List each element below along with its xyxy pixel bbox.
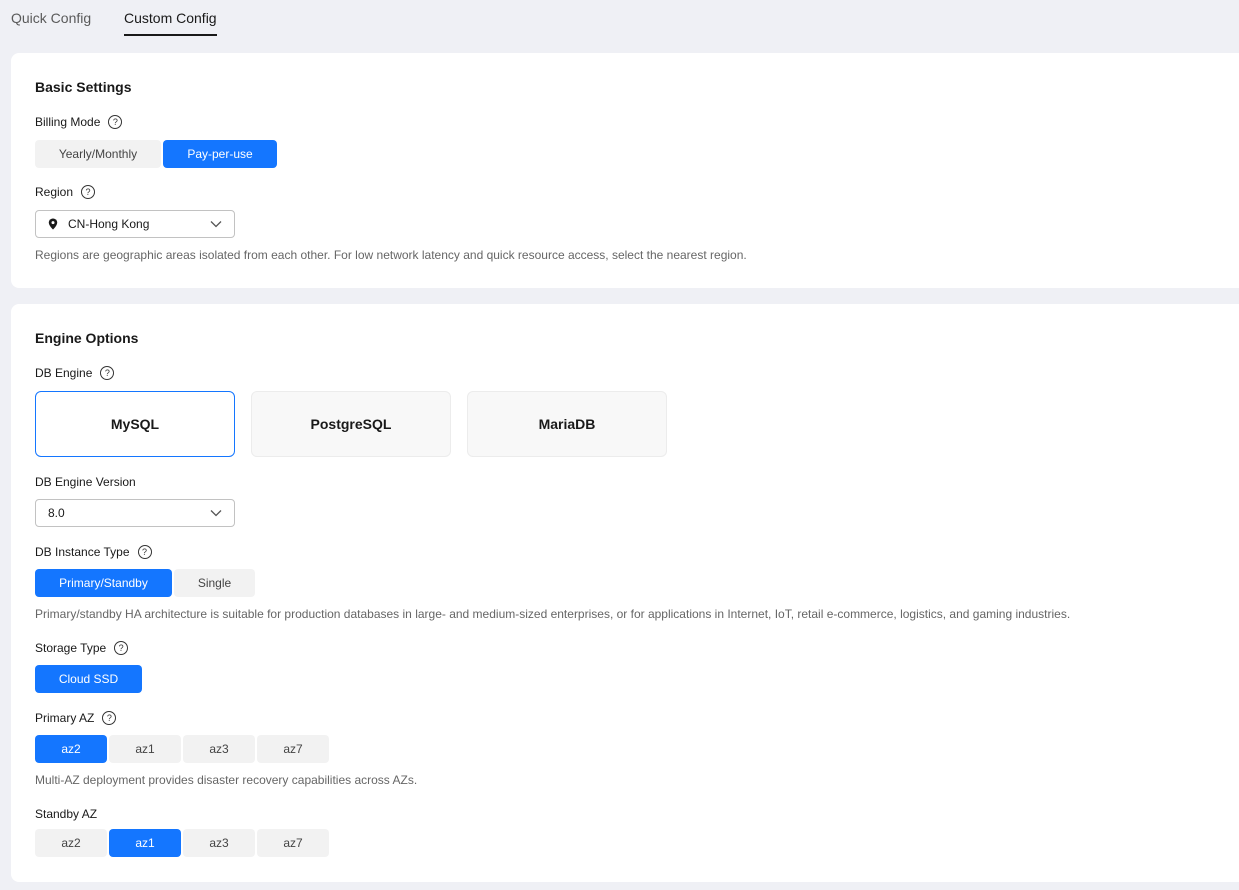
primary-az-hint: Multi-AZ deployment provides disaster re… xyxy=(35,773,418,787)
storage-cloud-ssd-button[interactable]: Cloud SSD xyxy=(35,665,142,693)
billing-mode-label: Billing Mode ? xyxy=(35,115,123,129)
db-engine-version-label: DB Engine Version xyxy=(35,475,136,489)
standby-az-label: Standby AZ xyxy=(35,807,98,821)
billing-pay-per-use-button[interactable]: Pay-per-use xyxy=(163,140,277,168)
standby-az-az1-button[interactable]: az1 xyxy=(109,829,181,857)
primary-az-label: Primary AZ ? xyxy=(35,711,117,725)
engine-options-title: Engine Options xyxy=(35,330,139,346)
standby-az-az7-button[interactable]: az7 xyxy=(257,829,329,857)
billing-mode-selector: Yearly/Monthly Pay-per-use xyxy=(35,140,277,168)
standby-az-az2-button[interactable]: az2 xyxy=(35,829,107,857)
primary-az-az3-button[interactable]: az3 xyxy=(183,735,255,763)
tab-quick-config[interactable]: Quick Config xyxy=(11,0,91,36)
help-icon[interactable]: ? xyxy=(100,366,115,380)
billing-yearly-monthly-button[interactable]: Yearly/Monthly xyxy=(35,140,161,168)
db-instance-type-selector: Primary/Standby Single xyxy=(35,569,255,597)
engine-card-mariadb[interactable]: MariaDB xyxy=(467,391,667,457)
region-select[interactable]: CN-Hong Kong xyxy=(35,210,235,238)
help-icon[interactable]: ? xyxy=(137,545,152,559)
location-pin-icon xyxy=(48,218,58,230)
db-engine-version-select[interactable]: 8.0 xyxy=(35,499,235,527)
primary-az-az7-button[interactable]: az7 xyxy=(257,735,329,763)
standby-az-az3-button[interactable]: az3 xyxy=(183,829,255,857)
primary-az-selector: az2 az1 az3 az7 xyxy=(35,735,329,763)
instance-type-single-button[interactable]: Single xyxy=(174,569,255,597)
db-engine-version-value: 8.0 xyxy=(48,506,65,520)
config-tabs: Quick Config Custom Config xyxy=(0,0,1239,40)
standby-az-selector: az2 az1 az3 az7 xyxy=(35,829,329,857)
storage-type-label: Storage Type ? xyxy=(35,641,129,655)
storage-type-selector: Cloud SSD xyxy=(35,665,142,693)
help-icon[interactable]: ? xyxy=(81,185,96,199)
instance-type-primary-standby-button[interactable]: Primary/Standby xyxy=(35,569,172,597)
help-icon[interactable]: ? xyxy=(108,115,123,129)
primary-az-az1-button[interactable]: az1 xyxy=(109,735,181,763)
region-hint: Regions are geographic areas isolated fr… xyxy=(35,248,747,262)
instance-type-hint: Primary/standby HA architecture is suita… xyxy=(35,607,1071,621)
engine-options-card: Engine Options DB Engine ? MySQL Postgre… xyxy=(11,304,1239,882)
chevron-down-icon xyxy=(210,510,222,517)
tab-custom-config[interactable]: Custom Config xyxy=(124,0,217,36)
basic-settings-title: Basic Settings xyxy=(35,79,132,95)
db-engine-label: DB Engine ? xyxy=(35,366,115,380)
db-instance-type-label: DB Instance Type ? xyxy=(35,545,152,559)
engine-card-postgresql[interactable]: PostgreSQL xyxy=(251,391,451,457)
basic-settings-card: Basic Settings Billing Mode ? Yearly/Mon… xyxy=(11,53,1239,288)
db-engine-selector: MySQL PostgreSQL MariaDB xyxy=(35,391,667,457)
primary-az-az2-button[interactable]: az2 xyxy=(35,735,107,763)
engine-card-mysql[interactable]: MySQL xyxy=(35,391,235,457)
help-icon[interactable]: ? xyxy=(114,641,129,655)
region-label: Region ? xyxy=(35,185,96,199)
help-icon[interactable]: ? xyxy=(102,711,117,725)
region-value: CN-Hong Kong xyxy=(68,217,150,231)
chevron-down-icon xyxy=(210,221,222,228)
